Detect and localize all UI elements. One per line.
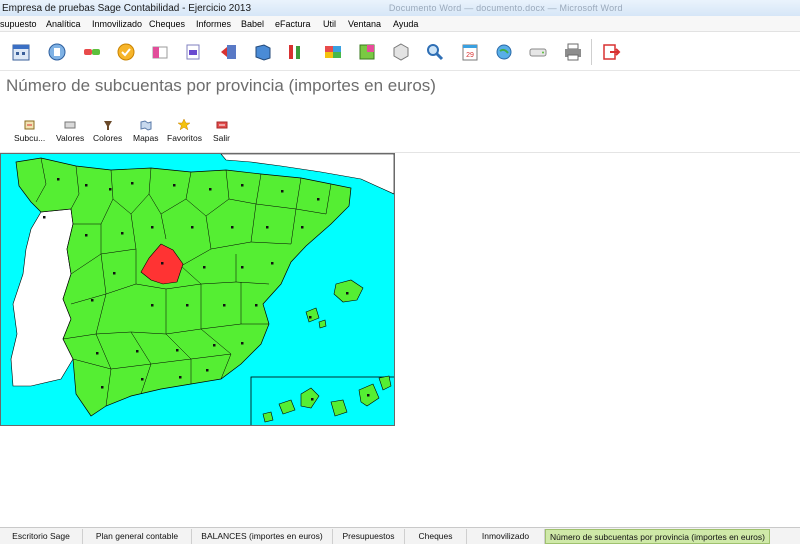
menu-inmovilizado[interactable]: Inmovilizado: [92, 16, 142, 32]
calendar-day-icon[interactable]: 29: [458, 40, 482, 64]
globe-icon[interactable]: [492, 40, 516, 64]
spain-province-map[interactable]: [0, 153, 395, 426]
favoritos-button[interactable]: Favoritos: [167, 117, 202, 143]
menu-cheques[interactable]: Cheques: [149, 16, 185, 32]
main-toolbar: 29: [0, 33, 800, 71]
colors-icon: [103, 121, 112, 130]
salir-label: Salir: [213, 133, 231, 143]
canary-islands: [262, 375, 392, 423]
menubar: supuesto Analítica Inmovilizado Cheques …: [0, 16, 800, 32]
printer-icon[interactable]: [561, 40, 585, 64]
tab-plan-general-contable[interactable]: Plan general contable: [83, 529, 192, 544]
menu-presupuesto[interactable]: supuesto: [0, 16, 37, 32]
page-title: Número de subcuentas por provincia (impo…: [6, 76, 436, 95]
balearic-islands: [305, 279, 364, 329]
calendar-day-number: 29: [466, 52, 474, 59]
menu-ventana[interactable]: Ventana: [348, 16, 381, 32]
valores-button[interactable]: Valores: [56, 117, 84, 143]
calendar-icon[interactable]: [9, 40, 33, 64]
colores-button[interactable]: Colores: [93, 117, 122, 143]
values-icon: [64, 121, 76, 129]
document-tabbar: Escritorio Sage Plan general contable BA…: [0, 527, 800, 544]
colores-label: Colores: [93, 133, 123, 143]
tools-icon[interactable]: [283, 40, 307, 64]
arrow-left-icon[interactable]: [217, 40, 241, 64]
salir-button[interactable]: Salir: [213, 117, 230, 143]
window-title: Empresa de pruebas Sage Contabilidad - E…: [2, 3, 252, 14]
window-titlebar: Empresa de pruebas Sage Contabilidad - E…: [0, 0, 800, 16]
tab-balances[interactable]: BALANCES (importes en euros): [192, 529, 333, 544]
stack-icon[interactable]: [321, 40, 345, 64]
search-icon[interactable]: [423, 40, 447, 64]
link-icon[interactable]: [80, 40, 104, 64]
subcuentas-button[interactable]: Subcu...: [14, 117, 45, 143]
tab-subcuentas-provincia[interactable]: Número de subcuentas por provincia (impo…: [545, 529, 770, 544]
menu-efactura[interactable]: eFactura: [275, 16, 311, 32]
tab-inmovilizado[interactable]: Inmovilizado: [467, 529, 545, 544]
drive-icon[interactable]: [526, 40, 550, 64]
menu-util[interactable]: Util: [323, 16, 336, 32]
map-canvas: [10, 154, 394, 425]
mapas-label: Mapas: [133, 133, 159, 143]
menu-analitica[interactable]: Analítica: [46, 16, 81, 32]
bank-icon[interactable]: [45, 40, 69, 64]
toolbar-separator: [591, 39, 592, 65]
favoritos-label: Favoritos: [167, 133, 202, 143]
mapas-button[interactable]: Mapas: [133, 117, 159, 143]
maps-icon: [140, 120, 152, 131]
menu-ayuda[interactable]: Ayuda: [393, 16, 418, 32]
valores-label: Valores: [56, 133, 85, 143]
invoice-icon[interactable]: [148, 40, 172, 64]
cube-icon[interactable]: [389, 40, 413, 64]
book-icon[interactable]: [251, 40, 275, 64]
window-ghost-title: Documento Word — documento.docx — Micros…: [388, 3, 623, 13]
map-subtoolbar: Subcu... Valores Colores Mapas Favoritos…: [0, 117, 800, 153]
check-icon[interactable]: [114, 40, 138, 64]
exit-small-icon: [216, 121, 227, 129]
menu-informes[interactable]: Informes: [196, 16, 231, 32]
tab-escritorio-sage[interactable]: Escritorio Sage: [0, 529, 83, 544]
document-pdf-icon[interactable]: [181, 40, 205, 64]
tab-cheques[interactable]: Cheques: [405, 529, 467, 544]
exit-icon[interactable]: [599, 40, 623, 64]
tab-presupuestos[interactable]: Presupuestos: [333, 529, 405, 544]
subcuentas-label: Subcu...: [14, 133, 46, 143]
star-icon: [177, 118, 192, 131]
subaccount-icon: [24, 120, 35, 130]
menu-babel[interactable]: Babel: [241, 16, 264, 32]
grid-icon[interactable]: [355, 40, 379, 64]
